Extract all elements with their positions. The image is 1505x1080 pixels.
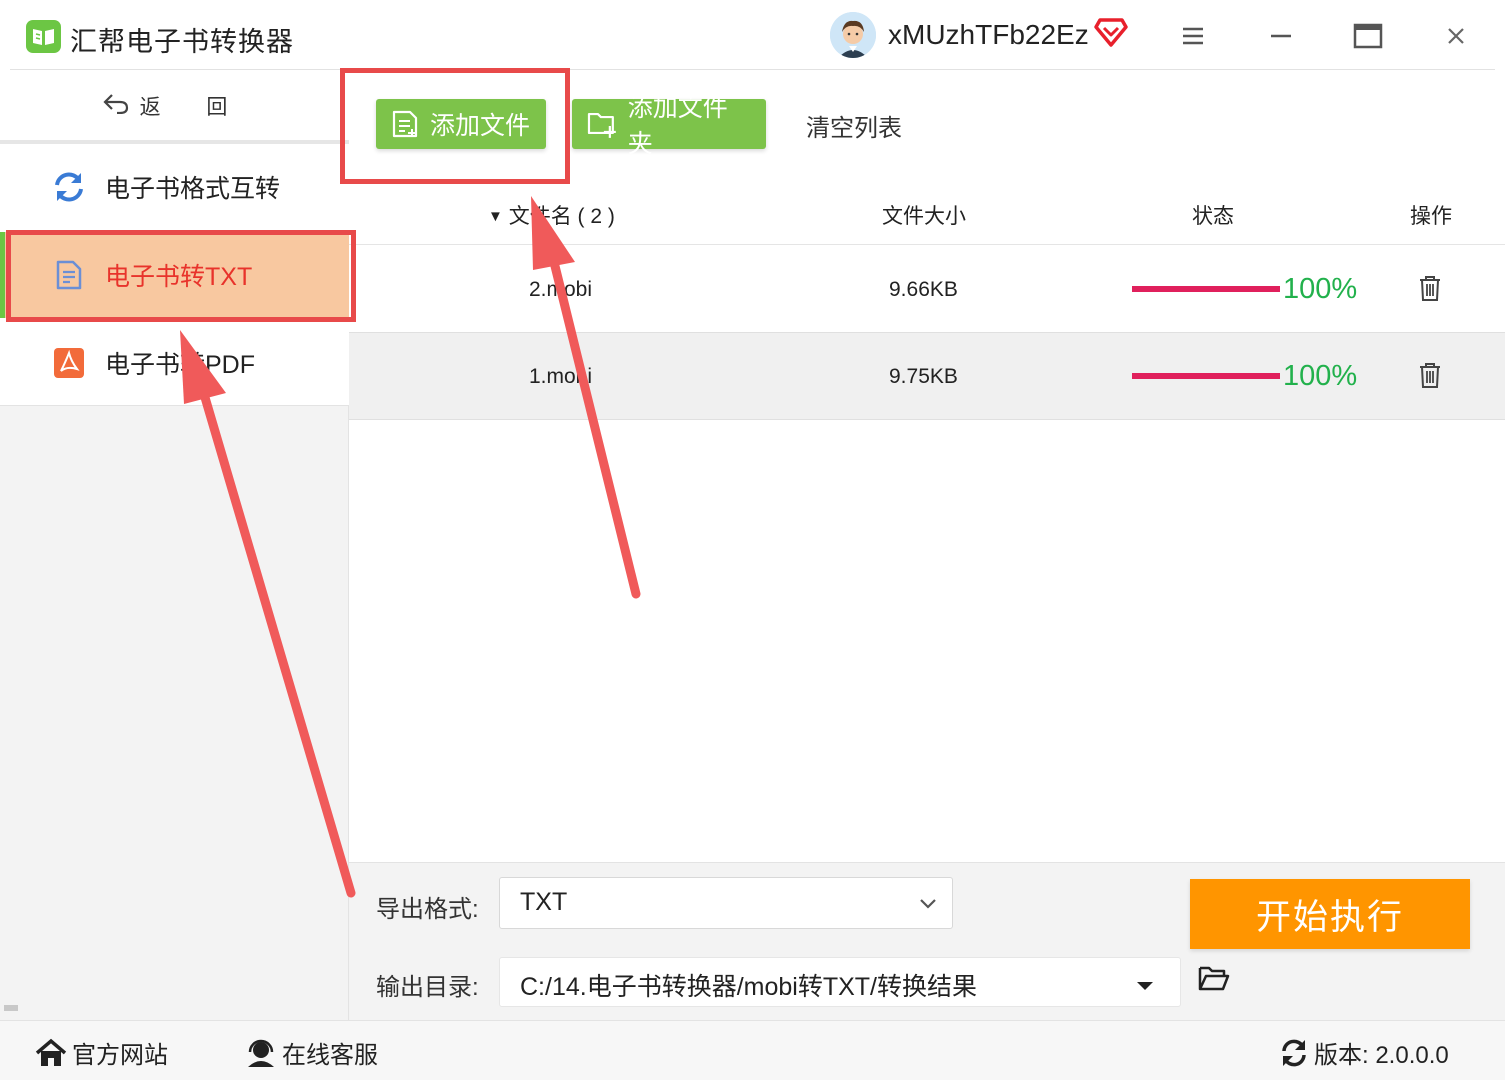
file-size: 9.66KB [889,278,958,301]
delete-icon[interactable] [1417,361,1443,395]
add-file-button[interactable]: 添加文件 [376,99,546,149]
sidebar-item-label: 电子书转TXT [105,263,253,291]
home-icon [35,1038,67,1066]
format-value: TXT [520,888,568,916]
update-icon [1282,1039,1306,1066]
size-column-header: 文件大小 [882,205,966,228]
sidebar-item-label: 电子书格式互转 [105,175,281,203]
progress-bar [1132,286,1280,292]
sidebar-scroll-indicator[interactable] [4,1005,18,1011]
name-column-label: 文件名 ( 2 ) [508,205,615,228]
output-options: 导出格式: TXT 开始执行 输出目录: C:/14.电子书转换器/mobi转T… [349,862,1505,1020]
footer: 官方网站 在线客服 版本: 2.0.0.0 [0,1020,1505,1080]
status-column-header: 状态 [1192,205,1234,228]
table-row[interactable]: 1.mobi 9.75KB 100% [349,333,1505,420]
minimize-icon[interactable] [1259,14,1303,58]
maximize-icon[interactable] [1346,14,1390,58]
name-column-header[interactable]: ▼ 文件名 ( 2 ) [488,200,615,230]
output-dir-value: C:/14.电子书转换器/mobi转TXT/转换结果 [520,973,977,1001]
refresh-icon [52,170,86,204]
version-label: 版本: 2.0.0.0 [1314,1042,1449,1069]
sidebar-item-to-txt[interactable]: 电子书转TXT [0,232,349,318]
support-link[interactable]: 在线客服 [245,1035,378,1070]
back-arrow-icon [102,92,130,120]
output-dir-label: 输出目录: [376,974,479,1001]
add-folder-label: 添加文件夹 [627,94,728,158]
back-button[interactable]: 返 回 [0,70,349,142]
website-label: 官方网站 [72,1042,168,1069]
start-button[interactable]: 开始执行 [1190,879,1470,949]
file-list-empty-area[interactable] [349,420,1505,862]
dropdown-triangle-icon [1136,972,1154,1001]
action-column-header: 操作 [1410,205,1452,228]
add-folder-icon [587,112,616,138]
sidebar: 返 回 电子书格式互转 电子书转TXT 电子书转PDF [0,70,349,1020]
progress-label: 100% [1283,360,1358,392]
delete-icon[interactable] [1417,274,1443,308]
file-name: 1.mobi [529,365,593,388]
back-label: 返 回 [139,96,248,119]
chevron-down-icon [918,892,938,921]
open-folder-icon[interactable] [1197,963,1231,998]
sidebar-menu: 电子书格式互转 电子书转TXT 电子书转PDF [0,144,349,406]
close-icon[interactable] [1434,14,1478,58]
file-name: 2.mobi [529,278,593,301]
sidebar-item-label: 电子书转PDF [105,351,256,379]
user-avatar[interactable] [830,12,876,58]
support-label: 在线客服 [282,1042,378,1069]
format-label: 导出格式: [376,896,479,923]
output-dir-select[interactable]: C:/14.电子书转换器/mobi转TXT/转换结果 [499,957,1181,1007]
progress-bar [1132,373,1280,379]
sidebar-item-to-pdf[interactable]: 电子书转PDF [0,320,349,406]
toolbar: 添加文件 添加文件夹 清空列表 [349,70,1505,180]
file-table-header: ▼ 文件名 ( 2 ) 文件大小 状态 操作 [349,180,1505,245]
app-title: 汇帮电子书转换器 [70,27,294,57]
format-select[interactable]: TXT [499,877,953,929]
app-logo-icon [26,20,61,53]
support-icon [248,1039,274,1067]
sidebar-item-format-convert[interactable]: 电子书格式互转 [0,144,349,230]
document-icon [52,258,86,292]
username: xMUzhTFb22Ez [888,19,1089,50]
add-file-label: 添加文件 [430,112,531,140]
progress-label: 100% [1283,273,1358,305]
file-size: 9.75KB [889,365,958,388]
title-bar: 汇帮电子书转换器 xMUzhTFb22Ez [0,0,1505,70]
clear-list-button[interactable]: 清空列表 [806,108,902,143]
table-row[interactable]: 2.mobi 9.66KB 100% [349,246,1505,333]
version-info[interactable]: 版本: 2.0.0.0 [1279,1035,1449,1070]
add-folder-button[interactable]: 添加文件夹 [572,94,766,158]
pdf-icon [52,346,86,380]
vip-diamond-icon[interactable] [1094,16,1128,53]
sort-down-icon: ▼ [488,208,503,225]
menu-icon[interactable] [1171,14,1215,58]
add-file-icon [392,110,418,138]
website-link[interactable]: 官方网站 [35,1035,168,1070]
